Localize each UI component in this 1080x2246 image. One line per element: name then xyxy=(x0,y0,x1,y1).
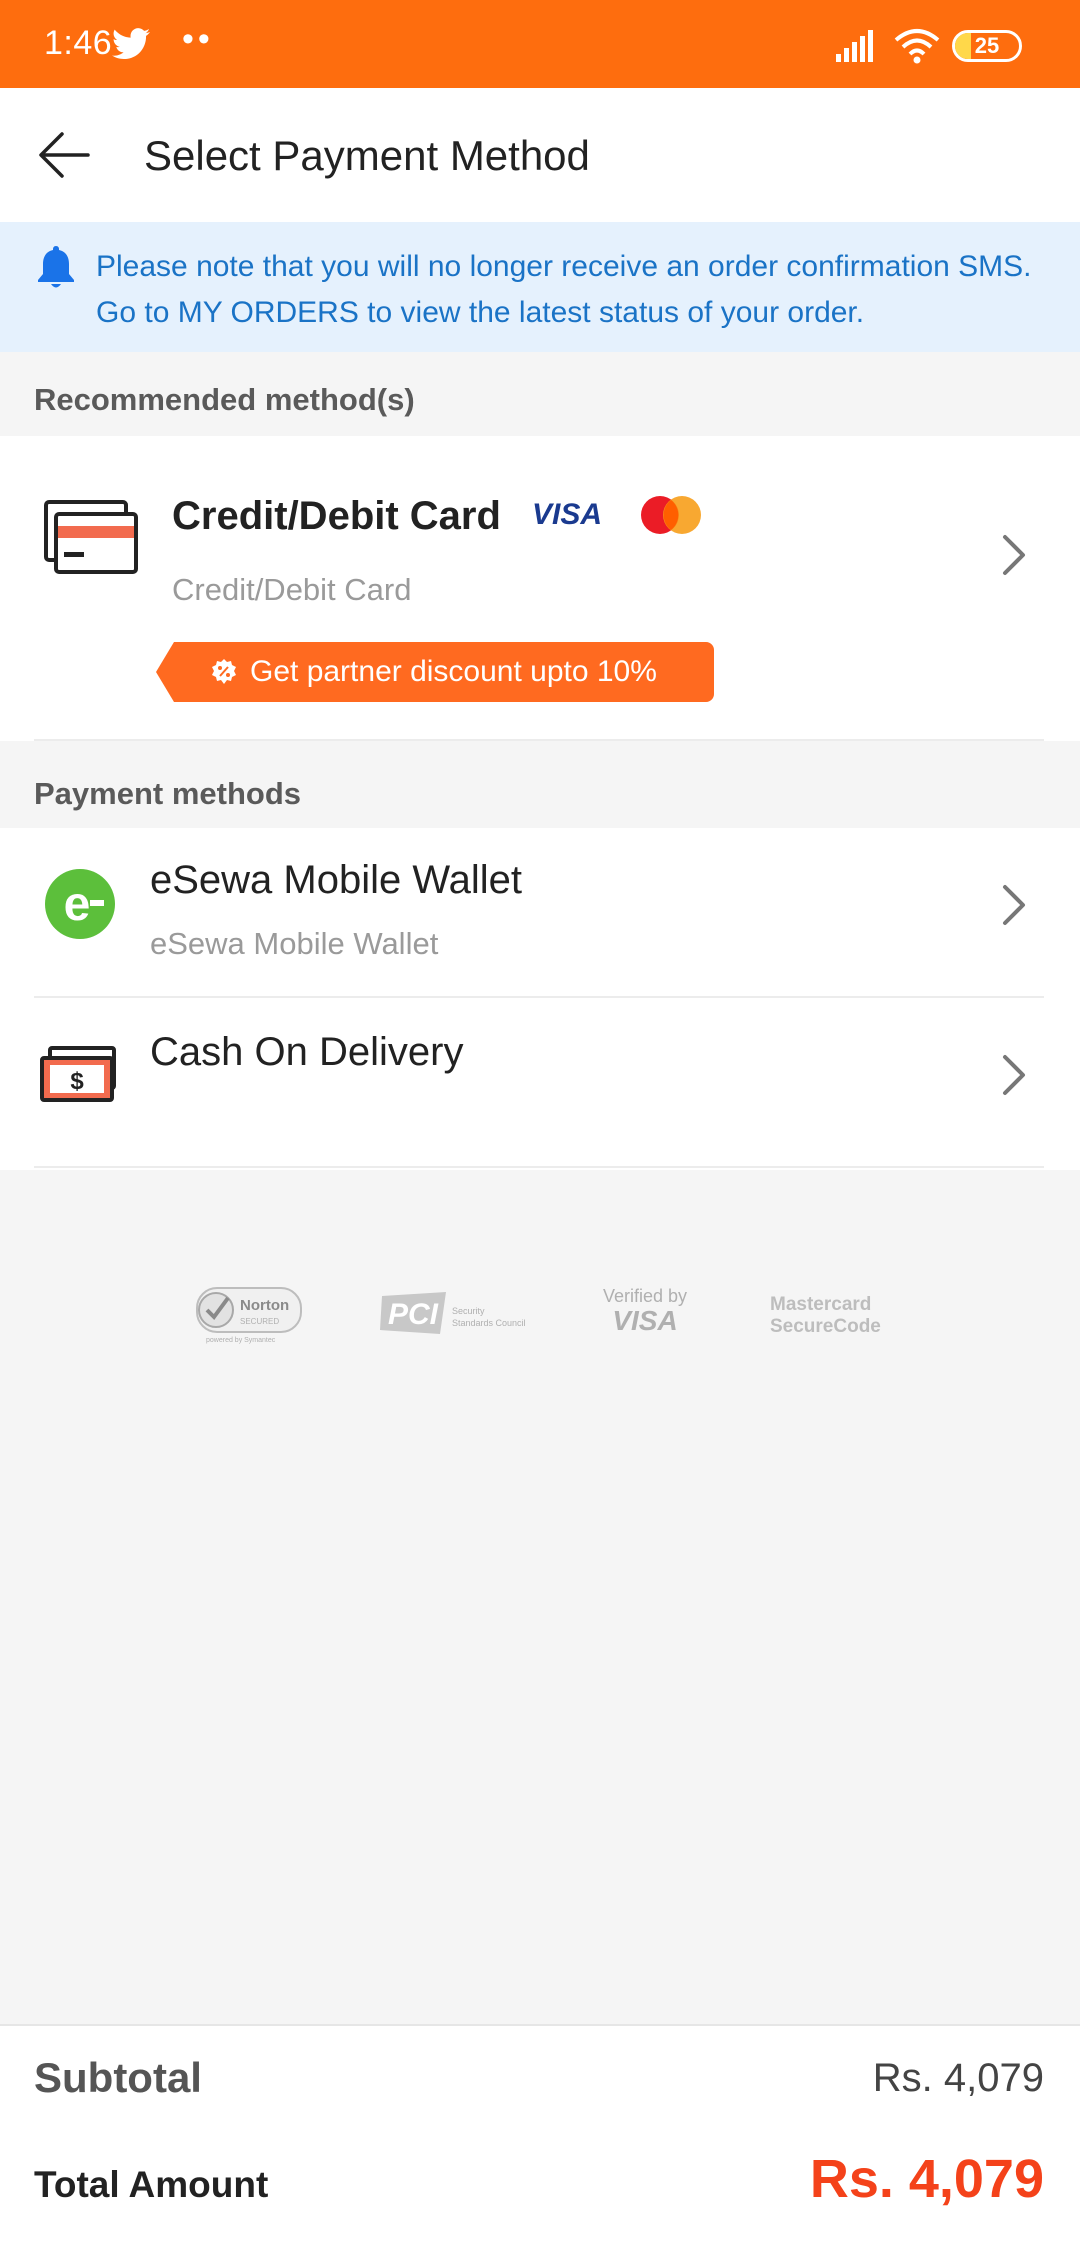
credit-card-subtitle: Credit/Debit Card xyxy=(172,572,412,607)
mc-line1-text: Mastercard xyxy=(770,1294,871,1315)
visa-line2-text: VISA xyxy=(612,1305,677,1336)
norton-text: Norton xyxy=(240,1297,289,1314)
payment-option-cash-on-delivery[interactable]: $ Cash On Delivery xyxy=(0,998,1080,1168)
promo-text: Get partner discount upto 10% xyxy=(250,655,657,688)
verified-by-visa-logo: Verified by VISA xyxy=(603,1286,687,1336)
order-summary-footer: Subtotal Rs. 4,079 Total Amount Rs. 4,07… xyxy=(0,2024,1080,2246)
bell-icon xyxy=(38,246,74,288)
esewa-title: eSewa Mobile Wallet xyxy=(150,858,523,902)
payment-option-credit-debit-card[interactable]: Credit/Debit Card VISA Credit/Debit Card… xyxy=(0,436,1080,741)
cash-icon: $ xyxy=(40,1046,116,1102)
app-header: Select Payment Method xyxy=(0,88,1080,222)
cod-title: Cash On Delivery xyxy=(150,1030,464,1074)
payment-option-esewa[interactable]: e eSewa Mobile Wallet eSewa Mobile Walle… xyxy=(0,828,1080,998)
mastercard-logo-icon xyxy=(641,496,701,534)
visa-logo-icon: VISA xyxy=(532,498,602,531)
page-title: Select Payment Method xyxy=(144,132,590,179)
total-amount-label: Total Amount xyxy=(34,2164,269,2205)
svg-text:e: e xyxy=(64,878,91,931)
partner-discount-badge: Get partner discount upto 10% xyxy=(156,642,714,702)
divider xyxy=(34,1166,1044,1168)
chevron-right-icon xyxy=(1003,885,1025,925)
wifi-icon xyxy=(894,29,940,64)
payment-methods-list: e eSewa Mobile Wallet eSewa Mobile Walle… xyxy=(0,828,1080,1170)
total-amount-value: Rs. 4,079 xyxy=(809,2149,1044,2209)
norton-sub-text: SECURED xyxy=(240,1317,279,1326)
subtotal-value: Rs. 4,079 xyxy=(872,2056,1044,2100)
payment-methods-section-label: Payment methods xyxy=(34,776,302,811)
norton-secured-logo: Norton SECURED powered by Symantec xyxy=(196,1287,302,1344)
signal-icon xyxy=(836,30,873,62)
visa-line1-text: Verified by xyxy=(603,1286,687,1306)
svg-text:$: $ xyxy=(70,1068,84,1095)
pci-text: PCI xyxy=(388,1298,439,1331)
recommended-section-label: Recommended method(s) xyxy=(34,382,415,417)
sms-notice-banner: Please note that you will no longer rece… xyxy=(0,222,1080,352)
status-time: 1:46 xyxy=(44,24,113,62)
notification-dots: •• xyxy=(182,20,214,58)
promo-notch xyxy=(156,642,174,702)
chevron-right-icon xyxy=(1003,535,1025,575)
battery-level: 25 xyxy=(974,33,1000,58)
status-bar: 1:46 •• 25 xyxy=(0,0,1080,88)
divider xyxy=(34,739,1044,741)
mc-line2-text: SecureCode xyxy=(770,1316,881,1337)
pci-logo: PCI Security Standards Council xyxy=(380,1292,526,1334)
pci-sub2-text: Standards Council xyxy=(452,1318,526,1328)
credit-card-title: Credit/Debit Card xyxy=(172,494,501,538)
norton-by-text: powered by Symantec xyxy=(206,1337,276,1344)
mastercard-securecode-logo: Mastercard SecureCode xyxy=(770,1294,881,1337)
subtotal-label: Subtotal xyxy=(34,2054,202,2101)
battery-indicator: 25 xyxy=(952,30,1022,62)
notice-text: Please note that you will no longer rece… xyxy=(96,250,1032,329)
credit-card-icon xyxy=(44,500,138,574)
twitter-icon xyxy=(112,28,150,60)
svg-text:VISA: VISA xyxy=(532,498,602,531)
back-arrow-icon[interactable] xyxy=(36,128,92,182)
esewa-subtitle: eSewa Mobile Wallet xyxy=(150,926,439,961)
discount-badge-icon xyxy=(212,659,236,684)
security-trust-badges: Norton SECURED powered by Symantec PCI S… xyxy=(0,1280,1080,1370)
chevron-right-icon xyxy=(1003,1055,1025,1095)
pci-sub1-text: Security xyxy=(452,1306,485,1316)
esewa-logo-icon: e xyxy=(45,869,115,939)
